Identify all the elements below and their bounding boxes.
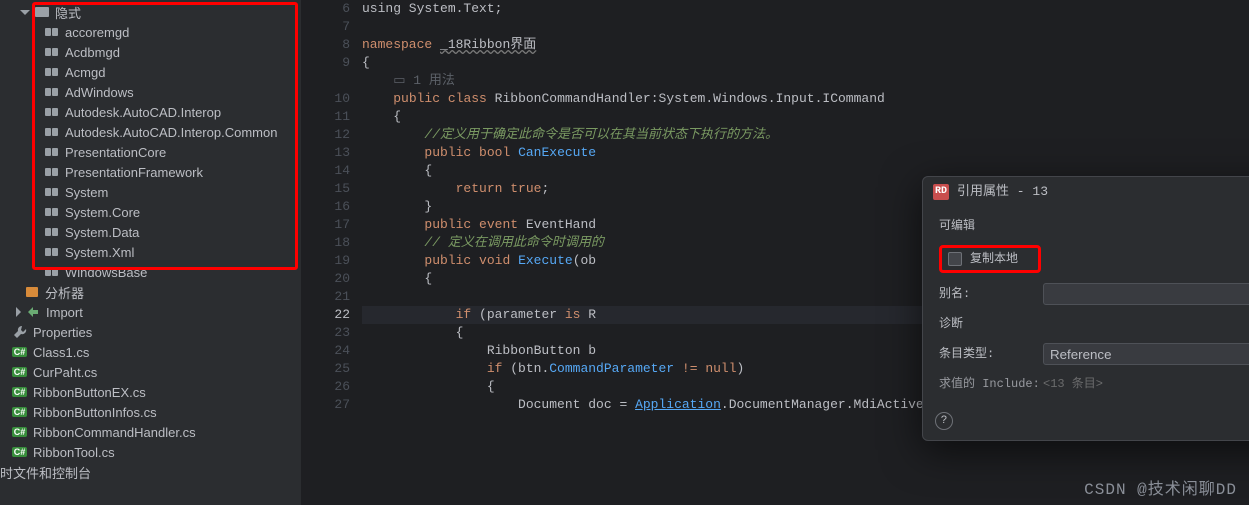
reference-icon: [44, 105, 59, 120]
csharp-file-icon: C#: [12, 445, 27, 460]
tree-label: RibbonTool.cs: [33, 445, 115, 460]
reference-icon: [44, 25, 59, 40]
tree-label: RibbonButtonInfos.cs: [33, 405, 157, 420]
tree-label: System.Xml: [65, 245, 134, 260]
tree-node-file[interactable]: C# Class1.cs: [0, 342, 301, 362]
tree-node-reference[interactable]: WindowsBase: [0, 262, 301, 282]
line-gutter: 6789 10111213141516171819202122232425262…: [302, 0, 362, 505]
chevron-down-icon: [20, 10, 30, 15]
section-editable: 可编辑: [939, 217, 1249, 235]
tree-label: Import: [46, 305, 83, 320]
tree-node-reference[interactable]: PresentationFramework: [0, 162, 301, 182]
csharp-file-icon: C#: [12, 385, 27, 400]
csharp-file-icon: C#: [12, 345, 27, 360]
tree-label: Acmgd: [65, 65, 105, 80]
entry-type-value: [1043, 343, 1249, 365]
tree-node-reference[interactable]: Autodesk.AutoCAD.Interop.Common: [0, 122, 301, 142]
copy-local-label: 复制本地: [970, 250, 1018, 268]
dialog-titlebar[interactable]: RD 引用属性 - 13: [923, 177, 1249, 207]
reference-icon: [44, 45, 59, 60]
reference-icon: [44, 125, 59, 140]
tree-label: Acdbmgd: [65, 45, 120, 60]
alias-label: 别名:: [939, 285, 1043, 303]
csharp-file-icon: C#: [12, 365, 27, 380]
tree-label: Class1.cs: [33, 345, 89, 360]
tree-node-reference[interactable]: Acdbmgd: [0, 42, 301, 62]
tree-node-reference[interactable]: PresentationCore: [0, 142, 301, 162]
tree-label: CurPaht.cs: [33, 365, 97, 380]
tree-label: System.Data: [65, 225, 139, 240]
tree-node-reference[interactable]: System.Core: [0, 202, 301, 222]
tree-node-file[interactable]: C# RibbonTool.cs: [0, 442, 301, 462]
reference-icon: [44, 145, 59, 160]
reference-icon: [44, 245, 59, 260]
tree-label: AdWindows: [65, 85, 134, 100]
reference-icon: [44, 185, 59, 200]
help-icon[interactable]: ?: [935, 412, 953, 430]
tree-node-reference[interactable]: System.Xml: [0, 242, 301, 262]
reference-icon: [44, 85, 59, 100]
tree-node-reference[interactable]: System.Data: [0, 222, 301, 242]
reference-icon: [44, 165, 59, 180]
csharp-file-icon: C#: [12, 425, 27, 440]
tree-label: RibbonButtonEX.cs: [33, 385, 146, 400]
tree-label: PresentationCore: [65, 145, 166, 160]
reference-icon: [44, 225, 59, 240]
tree-node-file[interactable]: C# RibbonCommandHandler.cs: [0, 422, 301, 442]
includes-label: 求值的 Include:: [939, 375, 1043, 393]
tree-node-properties[interactable]: Properties: [0, 322, 301, 342]
copy-local-checkbox[interactable]: [948, 252, 962, 266]
tree-label: PresentationFramework: [65, 165, 203, 180]
rider-icon: RD: [933, 184, 949, 200]
tree-label: 隐式: [55, 3, 81, 22]
tree-label: 分析器: [45, 283, 84, 302]
reference-icon: [44, 265, 59, 280]
tree-label: 时文件和控制台: [0, 463, 91, 482]
tree-node-reference[interactable]: accoremgd: [0, 22, 301, 42]
tree-node-file[interactable]: C# RibbonButtonEX.cs: [0, 382, 301, 402]
tree-node-reference[interactable]: AdWindows: [0, 82, 301, 102]
tree-node-analyzer[interactable]: 分析器: [0, 282, 301, 302]
tree-label: System: [65, 185, 108, 200]
import-icon: [25, 305, 40, 320]
dialog-title: 引用属性 - 13: [957, 183, 1048, 201]
folder-icon: [34, 5, 49, 20]
tree-label: WindowsBase: [65, 265, 147, 280]
alias-input[interactable]: [1043, 283, 1249, 305]
includes-value: <13 条目>: [1043, 375, 1103, 393]
tree-node-implicit[interactable]: 隐式: [0, 2, 301, 22]
tree-node-reference[interactable]: Autodesk.AutoCAD.Interop: [0, 102, 301, 122]
reference-icon: [44, 205, 59, 220]
tree-node-file[interactable]: C# CurPaht.cs: [0, 362, 301, 382]
tree-label: Properties: [33, 325, 92, 340]
tree-node-reference[interactable]: Acmgd: [0, 62, 301, 82]
tree-node-temp[interactable]: 时文件和控制台: [0, 462, 301, 482]
tree-label: RibbonCommandHandler.cs: [33, 425, 196, 440]
wrench-icon: [12, 325, 27, 340]
tree-node-reference[interactable]: System: [0, 182, 301, 202]
tree-node-import[interactable]: Import: [0, 302, 301, 322]
tree-node-file[interactable]: C# RibbonButtonInfos.cs: [0, 402, 301, 422]
csharp-file-icon: C#: [12, 405, 27, 420]
reference-icon: [44, 65, 59, 80]
section-diagnostics: 诊断: [939, 315, 1249, 333]
tree-label: accoremgd: [65, 25, 129, 40]
reference-properties-dialog: RD 引用属性 - 13 可编辑 复制本地 别名:: [922, 176, 1249, 441]
copy-local-row: 复制本地: [939, 245, 1041, 273]
analyzer-icon: [24, 285, 39, 300]
chevron-right-icon: [16, 307, 21, 317]
entry-type-label: 条目类型:: [939, 345, 1043, 363]
tree-label: System.Core: [65, 205, 140, 220]
tree-label: Autodesk.AutoCAD.Interop: [65, 105, 221, 120]
tree-label: Autodesk.AutoCAD.Interop.Common: [65, 125, 277, 140]
